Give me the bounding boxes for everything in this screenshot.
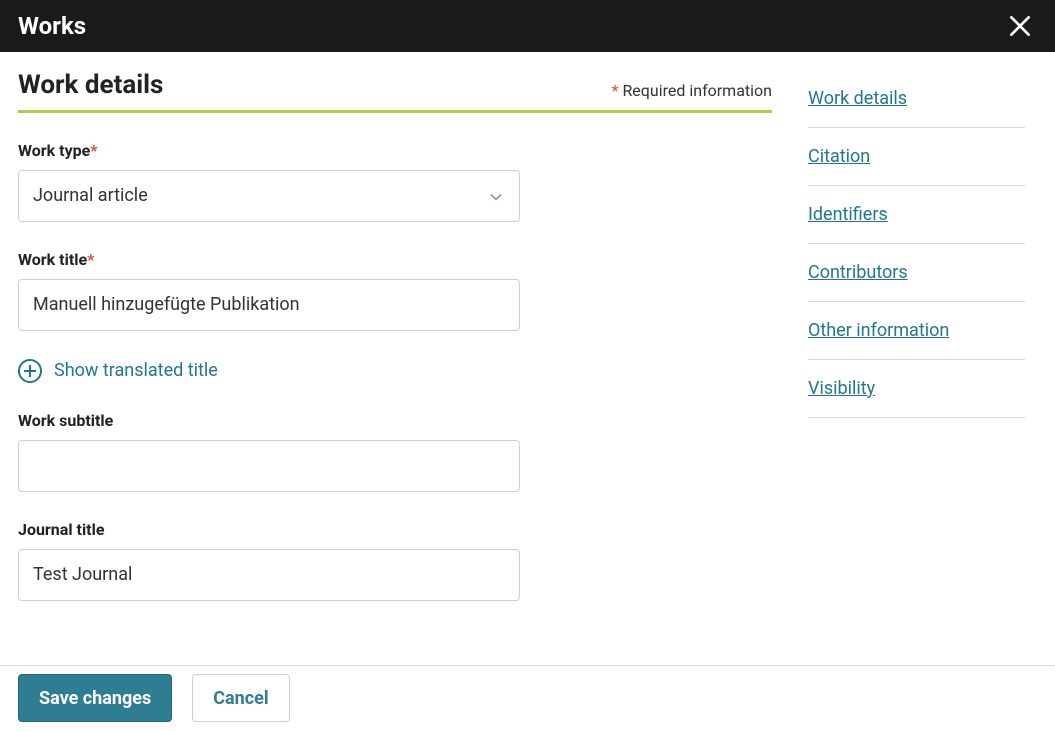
cancel-button[interactable]: Cancel (192, 674, 289, 722)
journal-title-label: Journal title (18, 520, 772, 539)
form-scroll-area[interactable]: Work details * Required information Work… (0, 52, 790, 665)
nav-link: Work details (808, 88, 907, 109)
field-work-title: Work title* (18, 250, 772, 331)
work-title-label: Work title* (18, 250, 772, 269)
field-work-type: Work type* Journal article (18, 141, 772, 222)
nav-link: Identifiers (808, 204, 888, 225)
work-subtitle-label: Work subtitle (18, 411, 772, 430)
modal-title: Works (18, 12, 86, 40)
required-asterisk: * (87, 250, 94, 269)
nav-link: Contributors (808, 262, 908, 283)
nav-item-citation[interactable]: Citation (808, 128, 1025, 186)
nav-link: Other information (808, 320, 949, 341)
required-info: * Required information (612, 81, 772, 100)
section-heading: Work details (18, 70, 163, 100)
nav-item-contributors[interactable]: Contributors (808, 244, 1025, 302)
modal-body: Work details * Required information Work… (0, 52, 1055, 665)
modal-footer: Save changes Cancel (0, 665, 1055, 731)
plus-circle-icon (18, 359, 42, 383)
required-asterisk: * (612, 81, 619, 100)
works-modal: Works Work details * Required informatio… (0, 0, 1055, 731)
work-type-value: Journal article (33, 185, 148, 206)
required-label: Required information (622, 81, 772, 100)
journal-title-input[interactable] (18, 549, 520, 601)
work-type-label-text: Work type (18, 141, 90, 160)
work-type-select[interactable]: Journal article (18, 170, 520, 222)
required-asterisk: * (90, 141, 97, 160)
scroll-spacer (18, 629, 772, 665)
nav-item-visibility[interactable]: Visibility (808, 360, 1025, 418)
section-header-row: Work details * Required information (18, 70, 772, 113)
field-journal-title: Journal title (18, 520, 772, 601)
section-nav-sidebar: Work details Citation Identifiers Contri… (790, 52, 1055, 665)
translated-title-label: Show translated title (54, 360, 218, 381)
nav-link: Visibility (808, 378, 875, 399)
save-button[interactable]: Save changes (18, 674, 172, 722)
work-title-input[interactable] (18, 279, 520, 331)
nav-item-work-details[interactable]: Work details (808, 80, 1025, 128)
nav-link: Citation (808, 146, 870, 167)
section-nav-list: Work details Citation Identifiers Contri… (808, 80, 1025, 418)
close-button[interactable] (1003, 9, 1037, 43)
work-subtitle-input[interactable] (18, 440, 520, 492)
nav-item-other-information[interactable]: Other information (808, 302, 1025, 360)
field-work-subtitle: Work subtitle (18, 411, 772, 492)
modal-header: Works (0, 0, 1055, 52)
show-translated-title-toggle[interactable]: Show translated title (18, 359, 218, 383)
work-type-select-wrap: Journal article (18, 170, 520, 222)
work-title-label-text: Work title (18, 250, 87, 269)
work-type-label: Work type* (18, 141, 772, 160)
form-content: Work details * Required information Work… (0, 52, 790, 665)
close-icon (1007, 13, 1033, 39)
nav-item-identifiers[interactable]: Identifiers (808, 186, 1025, 244)
